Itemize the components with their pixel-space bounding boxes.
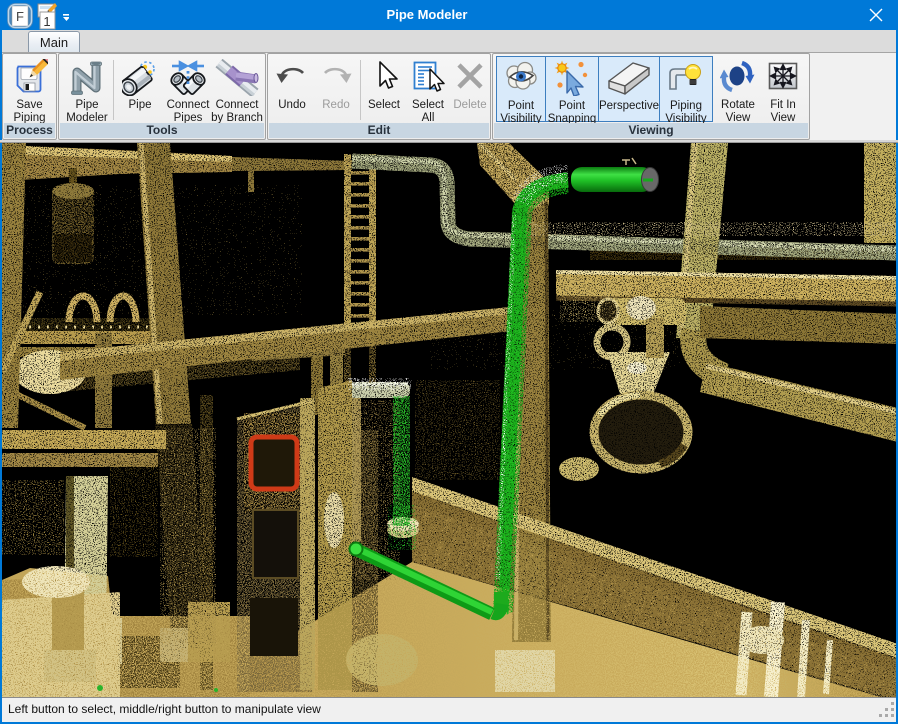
svg-text:1: 1 [43, 14, 50, 29]
svg-text:F: F [16, 9, 24, 24]
